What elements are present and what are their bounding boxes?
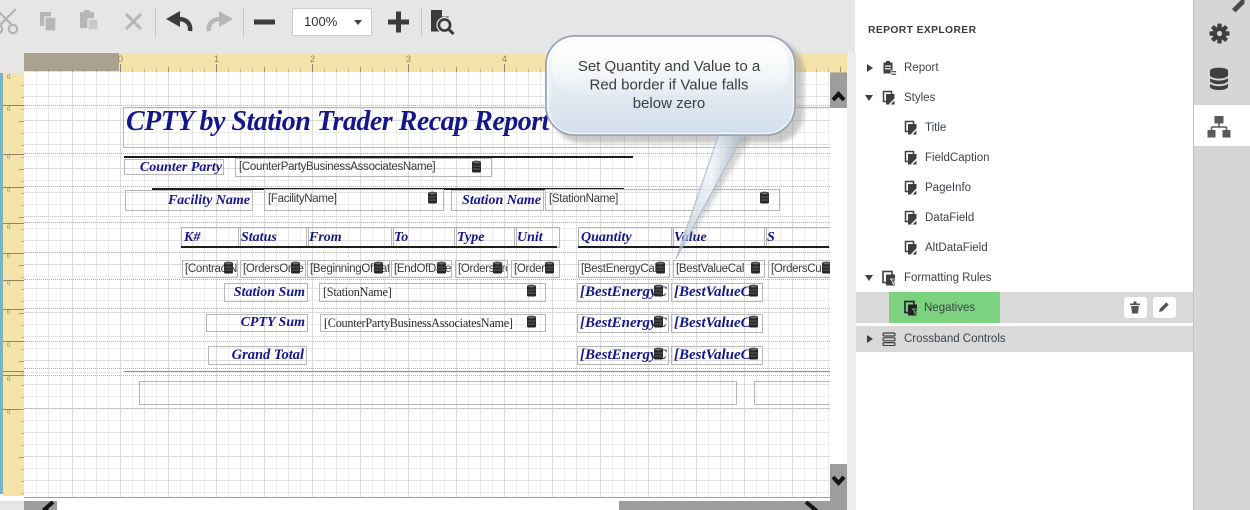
svg-text:Set Quantity and Value to a: Set Quantity and Value to a (578, 58, 761, 75)
svg-text:Red border if Value falls: Red border if Value falls (590, 77, 749, 94)
svg-text:below zero: below zero (633, 95, 706, 112)
